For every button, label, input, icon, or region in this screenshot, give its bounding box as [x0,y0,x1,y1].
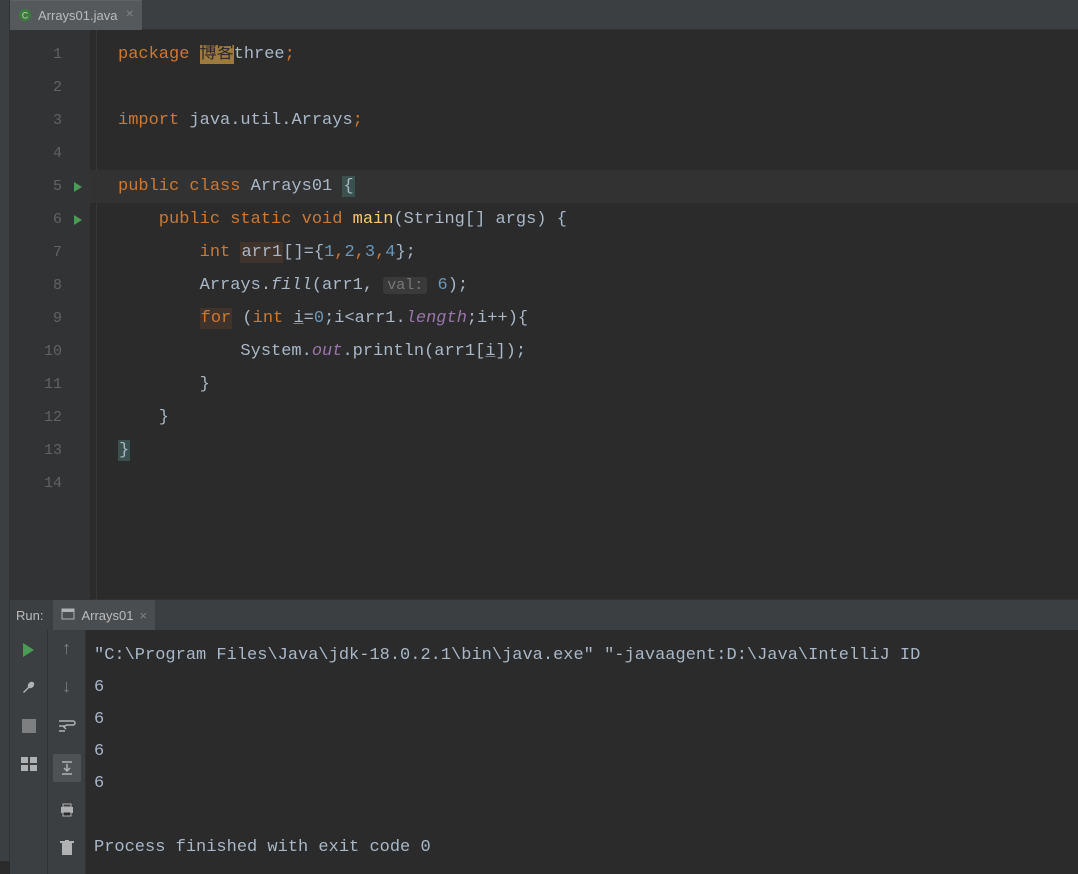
console-output[interactable]: "C:\Program Files\Java\jdk-18.0.2.1\bin\… [86,630,1078,874]
code-line[interactable]: public static void main(String[] args) { [90,203,1078,236]
layout-icon[interactable] [19,754,39,774]
tab-label: Arrays01.java [38,8,117,23]
run-panel-header: Run: Arrays01 × [10,600,1078,630]
close-icon[interactable]: × [125,7,133,23]
scroll-to-end-icon[interactable] [53,754,81,782]
class-file-icon: C [18,8,32,22]
run-gutter-icon[interactable] [74,182,82,192]
line-number: 12 [44,409,62,426]
svg-text:C: C [22,11,28,21]
line-number: 8 [53,277,62,294]
scroll-up-icon[interactable]: ↑ [57,640,77,660]
code-line[interactable] [90,137,1078,170]
console-line: 6 [94,710,104,729]
console-line: Process finished with exit code 0 [94,838,431,857]
code-line[interactable]: } [90,401,1078,434]
line-number: 14 [44,475,62,492]
run-config-tab[interactable]: Arrays01 × [53,600,155,630]
run-panel-title: Run: [16,608,43,623]
editor-tab-bar: C Arrays01.java × [0,0,1078,30]
wrench-icon[interactable] [19,678,39,698]
console-line: 6 [94,742,104,761]
line-number: 10 [44,343,62,360]
code-line[interactable]: package 博客three; [90,38,1078,71]
code-line[interactable] [90,71,1078,104]
line-number: 3 [53,112,62,129]
soft-wrap-icon[interactable] [57,716,77,736]
parameter-hint: val: [383,277,427,294]
line-number: 11 [44,376,62,393]
line-number: 6 [53,211,62,228]
code-area[interactable]: package 博客three; import java.util.Arrays… [90,30,1078,599]
rerun-button[interactable] [19,640,39,660]
code-editor[interactable]: 1 2 3 4 5 6 7 8 9 10 11 12 13 14 package… [10,30,1078,599]
run-config-icon [61,607,75,624]
run-toolbar-primary [10,630,48,874]
console-line: 6 [94,774,104,793]
code-line[interactable]: } [90,434,1078,467]
line-number: 13 [44,442,62,459]
stop-button[interactable] [19,716,39,736]
scroll-down-icon[interactable]: ↓ [57,678,77,698]
code-line[interactable]: } [90,368,1078,401]
console-line: 6 [94,678,104,697]
editor-tab[interactable]: C Arrays01.java × [10,0,142,30]
code-line[interactable]: Arrays.fill(arr1, val: 6); [90,269,1078,302]
run-toolbar-secondary: ↑ ↓ [48,630,86,874]
code-line[interactable]: public class Arrays01 { [90,170,1078,203]
tool-window-rail[interactable] [0,0,10,861]
close-icon[interactable]: × [140,608,148,623]
code-line[interactable]: for (int i=0;i<arr1.length;i++){ [90,302,1078,335]
run-config-label: Arrays01 [81,608,133,623]
print-icon[interactable] [57,800,77,820]
run-gutter-icon[interactable] [74,215,82,225]
code-line[interactable]: import java.util.Arrays; [90,104,1078,137]
line-number: 9 [53,310,62,327]
code-line[interactable]: int arr1[]={1,2,3,4}; [90,236,1078,269]
line-number: 5 [53,178,62,195]
trash-icon[interactable] [57,838,77,858]
line-number: 4 [53,145,62,162]
line-number: 2 [53,79,62,96]
code-line[interactable] [90,467,1078,500]
run-panel: Run: Arrays01 × ↑ ↓ "C:\Program Files\Ja… [10,599,1078,861]
line-gutter[interactable]: 1 2 3 4 5 6 7 8 9 10 11 12 13 14 [10,30,90,599]
code-line[interactable]: System.out.println(arr1[i]); [90,335,1078,368]
line-number: 7 [53,244,62,261]
console-line: "C:\Program Files\Java\jdk-18.0.2.1\bin\… [94,646,920,665]
line-number: 1 [53,46,62,63]
